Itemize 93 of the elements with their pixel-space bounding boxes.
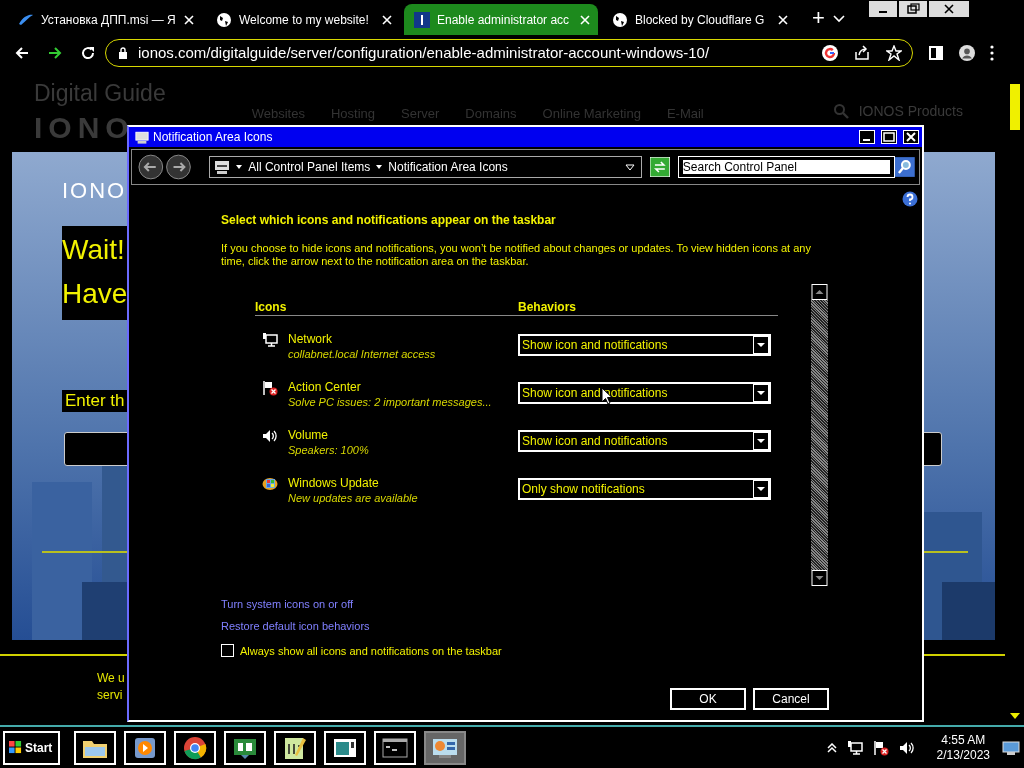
flag-icon[interactable]: [872, 739, 889, 756]
checkbox[interactable]: [221, 644, 234, 657]
taskbar-button[interactable]: [424, 730, 467, 765]
settings-link[interactable]: Restore default icon behaviors: [221, 620, 370, 632]
search-button[interactable]: [895, 157, 915, 177]
cancel-button[interactable]: Cancel: [753, 688, 829, 710]
chevron-icon[interactable]: [832, 15, 845, 23]
checkbox-label[interactable]: Always show all icons and notifications on the taskbar: [240, 644, 502, 657]
ok-button[interactable]: OK: [670, 688, 746, 710]
description-text: If you choose to hide icons and notifications, you won’t be notified about changes or updates. To view hidden icons at any time, click the arrow next to the notification area on the taskbar.: [221, 242, 812, 268]
tab-title: Welcome to my website!: [239, 12, 370, 27]
behavior-dropdown[interactable]: Only show notifications: [518, 478, 771, 500]
page-heading: Select which icons and notifications appear on the taskbar: [221, 213, 557, 227]
reload-icon[interactable]: [80, 44, 96, 61]
minimize-button[interactable]: [859, 130, 875, 144]
tab-title: Blocked by Cloudflare G: [635, 12, 766, 27]
icon-name: Volume: [288, 428, 330, 442]
network-icon[interactable]: [846, 739, 863, 756]
scroll-arrow-icon[interactable]: [1009, 713, 1020, 719]
hero-logo: IONO: [62, 178, 127, 204]
breadcrumb-item[interactable]: All Control Panel Items: [248, 160, 371, 174]
scroll-down-button[interactable]: [811, 570, 828, 586]
browser-tab[interactable]: Welcome to my website!: [206, 4, 400, 35]
help-icon[interactable]: [902, 191, 918, 207]
menu-icon[interactable]: [990, 44, 994, 61]
settings-link[interactable]: Turn system icons on or off: [221, 598, 354, 610]
windows-logo-icon: [9, 741, 22, 754]
dropdown-arrow-icon[interactable]: [753, 480, 769, 498]
close-button[interactable]: [928, 1, 969, 17]
behavior-dropdown[interactable]: Show icon and notifications: [518, 382, 771, 404]
update-icon: [262, 476, 278, 492]
caret-icon[interactable]: [236, 165, 243, 169]
close-button[interactable]: [903, 130, 919, 144]
share-icon[interactable]: [854, 44, 870, 61]
side-panel-icon[interactable]: [928, 44, 944, 61]
hero-heading: Have: [62, 277, 128, 311]
scrollbar-thumb[interactable]: [1009, 84, 1020, 130]
control-panel-icon: [135, 130, 149, 144]
dropdown-arrow-icon[interactable]: [753, 384, 769, 402]
star-icon[interactable]: [886, 44, 902, 61]
maximize-button[interactable]: [881, 130, 897, 144]
tab-title: Enable administrator acc: [437, 12, 571, 27]
icon-description: Speakers: 100%: [288, 444, 369, 456]
close-icon[interactable]: [382, 14, 392, 25]
cookie-notice-text: servi: [97, 687, 123, 704]
control-panel-icon: [214, 160, 231, 174]
icon-name: Network: [288, 332, 333, 346]
breadcrumb-bar[interactable]: All Control Panel Items Notification Area Icons: [209, 156, 643, 178]
dropdown-arrow-icon[interactable]: [753, 336, 769, 354]
show-desktop-icon[interactable]: [1002, 740, 1020, 755]
back-icon[interactable]: [14, 44, 30, 61]
window-title: Notification Area Icons: [153, 130, 273, 144]
column-header: Icons: [255, 300, 288, 314]
icon-description: collabnet.local Internet access: [288, 348, 436, 360]
caret-icon[interactable]: [376, 165, 383, 169]
dropdown-icon[interactable]: [625, 163, 636, 171]
tab-title: Установка ДПП.msi — Я: [41, 12, 177, 27]
show-hidden-icons-icon[interactable]: [826, 742, 837, 753]
scroll-up-button[interactable]: [811, 284, 828, 300]
start-button[interactable]: Start: [3, 730, 61, 765]
hero-heading: Wait!: [62, 233, 125, 267]
close-icon[interactable]: [184, 14, 194, 25]
browser-tab[interactable]: Установка ДПП.msi — Я: [8, 4, 202, 35]
lock-icon: [118, 46, 128, 59]
search-field[interactable]: Search Control Panel: [677, 156, 896, 178]
clock-time[interactable]: 4:55 AM: [941, 732, 986, 748]
back-forward-icon[interactable]: [136, 154, 194, 180]
list-scrollbar[interactable]: [811, 284, 828, 586]
cookie-notice-text: We u: [97, 670, 125, 687]
restore-button[interactable]: [898, 1, 927, 17]
new-tab-button[interactable]: +: [812, 5, 825, 31]
close-icon[interactable]: [778, 14, 788, 25]
console-icon: [381, 735, 410, 760]
minimize-button[interactable]: [868, 1, 897, 17]
browser-tab[interactable]: Blocked by Cloudflare G: [602, 4, 796, 35]
clock-date[interactable]: 2/13/2023: [936, 747, 990, 763]
browser-tab[interactable]: Enable administrator acc: [404, 4, 598, 35]
icon-description: Solve PC issues: 2 important messages...: [288, 396, 492, 408]
icon-name: Windows Update: [288, 476, 380, 490]
refresh-button[interactable]: [650, 157, 670, 177]
globe-icon: [216, 11, 232, 28]
avatar-icon[interactable]: [959, 44, 975, 61]
breadcrumb-item[interactable]: Notification Area Icons: [388, 160, 508, 174]
globe-icon: [612, 11, 628, 28]
speaker-icon: [262, 428, 278, 444]
column-header: Behaviors: [518, 300, 577, 314]
dropdown-arrow-icon[interactable]: [753, 432, 769, 450]
forward-icon[interactable]: [47, 44, 63, 61]
flag-icon: [262, 380, 278, 396]
icon-description: New updates are available: [288, 492, 418, 504]
behavior-dropdown[interactable]: Show icon and notifications: [518, 430, 771, 452]
behavior-dropdown[interactable]: Show icon and notifications: [518, 334, 771, 356]
network-icon: [262, 332, 278, 348]
